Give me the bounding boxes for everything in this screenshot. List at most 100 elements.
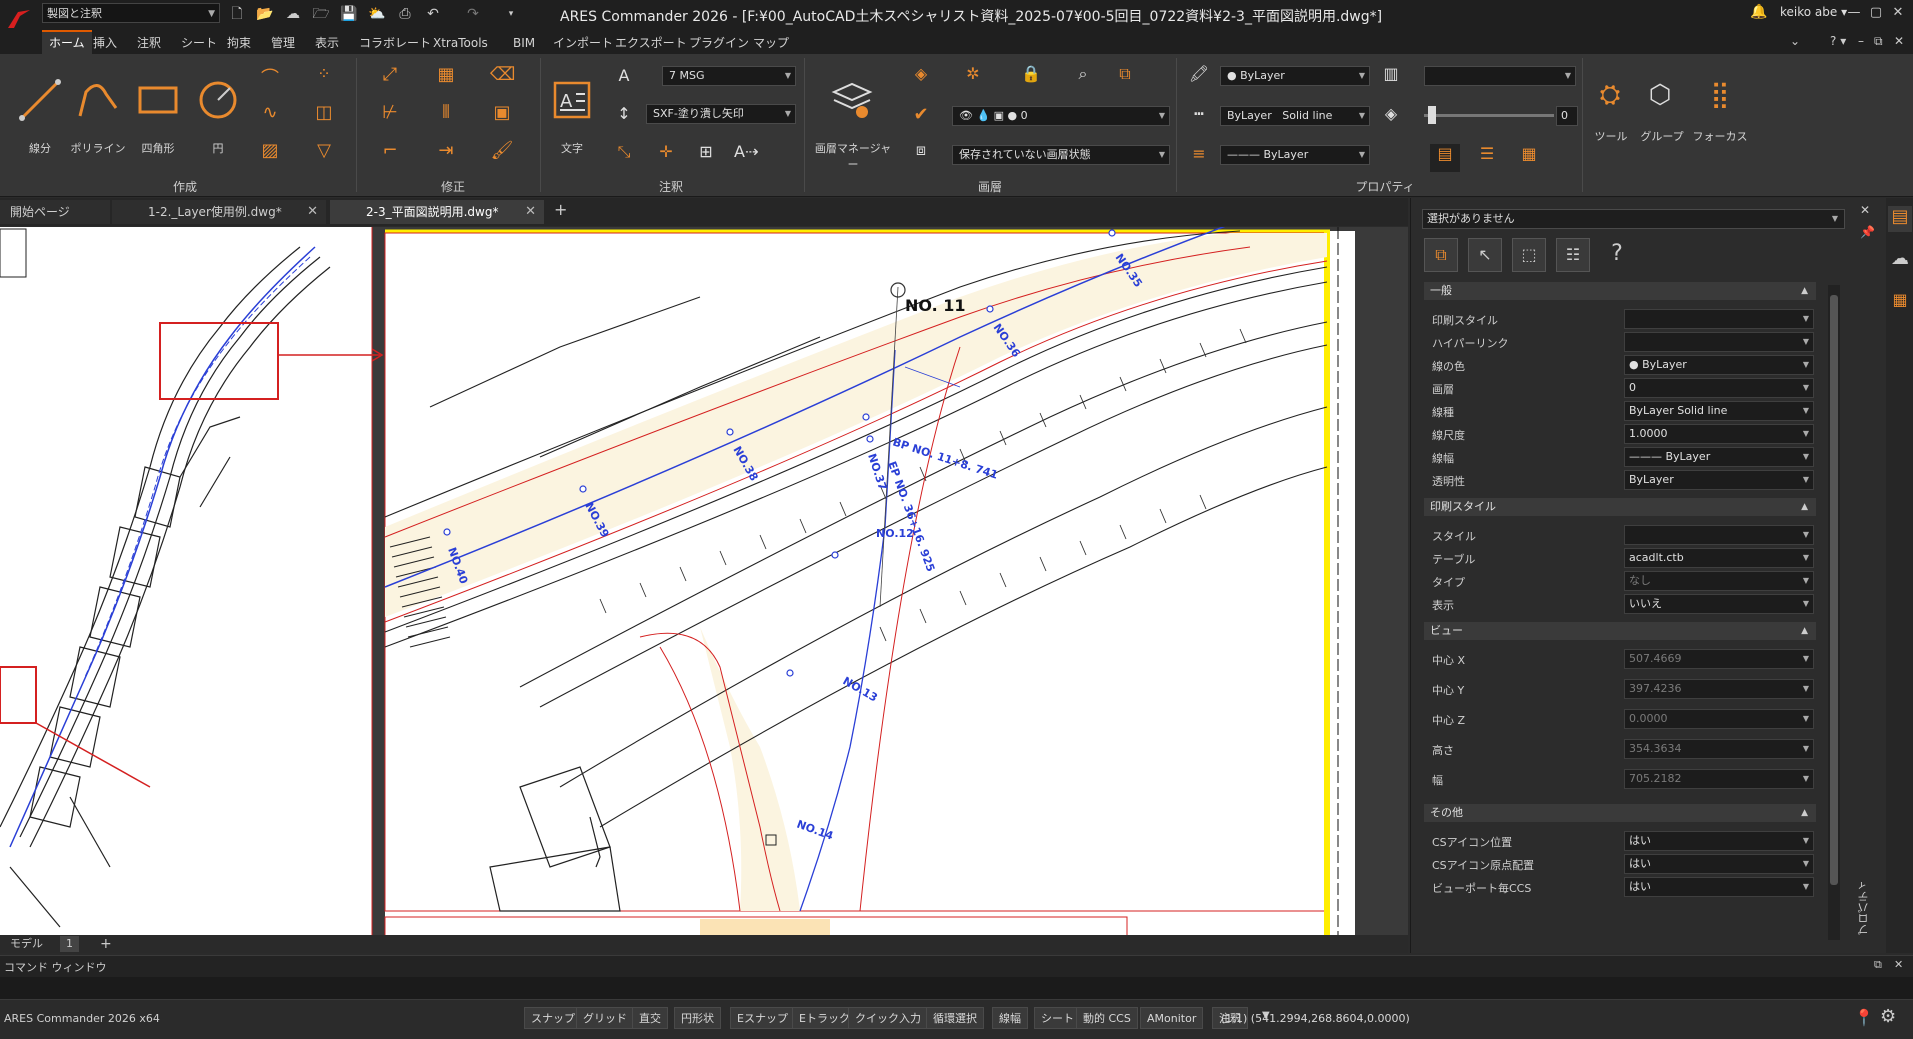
palette-close-icon[interactable]: ✕	[1860, 203, 1870, 217]
cloud-open-icon[interactable]: ☁	[282, 4, 304, 24]
property-value[interactable]: 0 ▼	[1624, 378, 1814, 398]
properties-panel-icon[interactable]: ▤	[1888, 206, 1912, 232]
status-toggle[interactable]: スナップ	[524, 1007, 582, 1029]
add-layout-button[interactable]: +	[94, 936, 118, 952]
layer-dropdown[interactable]: 👁 💧 ▣ ● 0 ▼	[952, 106, 1170, 126]
menu-tab[interactable]: 表示	[308, 32, 346, 54]
palette-pin-icon[interactable]: 📌	[1860, 225, 1875, 239]
region-tool-icon[interactable]: ◫	[312, 102, 336, 123]
lineweight-dropdown[interactable]: ——— ByLayer ▼	[1220, 145, 1370, 165]
property-value[interactable]: 397.4236 ▼	[1624, 679, 1814, 699]
menu-tab[interactable]: XtraTools	[426, 32, 495, 54]
group-icon[interactable]: ⬡	[1640, 80, 1680, 110]
doc-minimize-icon[interactable]: –	[1858, 34, 1864, 48]
line-tool-icon[interactable]	[18, 78, 62, 122]
focus-icon[interactable]: ⣿	[1700, 80, 1740, 110]
filter-select-icon[interactable]: ☷	[1556, 238, 1590, 272]
collapse-icon[interactable]: ▲	[1801, 622, 1808, 640]
property-value[interactable]: はい ▼	[1624, 831, 1814, 851]
point-tool-icon[interactable]: ⁘	[312, 64, 336, 83]
cloud-save-icon[interactable]: ⛅	[366, 4, 388, 24]
print-icon[interactable]: ⎙	[394, 4, 416, 24]
tools-icon[interactable]: ⛭	[1590, 80, 1630, 111]
menu-tab[interactable]: エクスポート	[608, 32, 694, 54]
drawing-content[interactable]: NO. 11 NO.35 NO.36 NO.37 NO.38 NO.39 NO.…	[0, 227, 1408, 935]
menu-tab[interactable]: 挿入	[86, 32, 124, 54]
match-properties-icon[interactable]: 🖌	[490, 140, 514, 161]
property-value[interactable]: はい ▼	[1624, 854, 1814, 874]
layer-isolate-icon[interactable]: ⌕	[1070, 64, 1096, 84]
ribbon-collapse-icon[interactable]: ⌄	[1790, 34, 1800, 48]
new-file-icon[interactable]: 🗋	[226, 4, 248, 24]
open-file-icon[interactable]: 📂	[254, 4, 276, 24]
transparency-icon[interactable]: ◈	[1378, 104, 1404, 123]
doc-tab-start[interactable]: 開始ページ	[0, 200, 110, 224]
property-value[interactable]: acadlt.ctb ▼	[1624, 548, 1814, 568]
property-value[interactable]: ByLayer ▼	[1624, 470, 1814, 490]
arc-tool-icon[interactable]: ⌒	[258, 64, 282, 90]
selection-dropdown[interactable]: 選択がありません ▼	[1422, 209, 1845, 229]
list-icon[interactable]: ☰	[1474, 144, 1500, 163]
save-icon[interactable]: 💾	[338, 4, 360, 24]
property-value[interactable]: ▼	[1624, 309, 1814, 329]
quick-select-icon[interactable]: ⧉	[1424, 238, 1458, 272]
status-toggle[interactable]: シート	[1034, 1007, 1081, 1029]
erase-tool-icon[interactable]: ⌫	[490, 64, 515, 85]
lineweight-icon[interactable]: ≡	[1186, 144, 1212, 163]
doc-restore-icon[interactable]: ⧉	[1874, 34, 1883, 49]
plot-style-icon[interactable]: ▥	[1378, 64, 1404, 83]
property-value[interactable]: いいえ ▼	[1624, 594, 1814, 614]
new-tab-button[interactable]: +	[554, 200, 567, 219]
layer-freeze-icon[interactable]: ✲	[960, 64, 986, 83]
menu-tab[interactable]: BIM	[506, 32, 542, 54]
stretch-tool-icon[interactable]: ⇥	[434, 140, 458, 161]
window-select-icon[interactable]: ⬚	[1512, 238, 1546, 272]
help-button[interactable]: ? ▾	[1830, 34, 1846, 48]
rectangle-tool-icon[interactable]	[136, 80, 180, 120]
status-toggle[interactable]: クイック入力	[848, 1007, 928, 1029]
menu-tab[interactable]: マップ	[746, 32, 796, 54]
text-tool-icon[interactable]: A	[552, 80, 592, 120]
close-tab-icon[interactable]: ✕	[307, 200, 318, 224]
move-tool-icon[interactable]: ⤢	[378, 64, 402, 85]
circle-tool-icon[interactable]	[196, 78, 240, 122]
close-icon[interactable]: ✕	[1888, 3, 1908, 23]
property-value[interactable]: 354.3634 ▼	[1624, 739, 1814, 759]
command-window-restore-icon[interactable]: ⧉	[1874, 958, 1882, 972]
property-section-header[interactable]: 印刷スタイル ▲	[1424, 498, 1816, 516]
redo-icon[interactable]: ↷	[462, 4, 484, 24]
property-section-header[interactable]: その他 ▲	[1424, 804, 1816, 822]
quick-access-menu-icon[interactable]: ▾	[500, 4, 522, 24]
make-current-icon[interactable]: ✔	[908, 104, 934, 125]
plot-style-dropdown[interactable]: ▼	[1424, 66, 1576, 86]
layers-panel-icon[interactable]: ▦	[1888, 290, 1912, 316]
color-dropdown[interactable]: ● ByLayer ▼	[1220, 66, 1370, 86]
maximize-icon[interactable]: ▢	[1866, 3, 1886, 23]
help-icon[interactable]: ?	[1600, 238, 1634, 272]
wipeout-tool-icon[interactable]: ▽	[312, 140, 336, 161]
cloud-panel-icon[interactable]: ☁	[1888, 248, 1912, 274]
collapse-icon[interactable]: ▲	[1801, 804, 1808, 822]
location-pin-icon[interactable]: 📍	[1854, 1008, 1874, 1027]
match-color-icon[interactable]: 🖍	[1186, 64, 1212, 83]
trim-tool-icon[interactable]: ⊬	[378, 102, 402, 123]
status-toggle[interactable]: 直交	[632, 1007, 668, 1029]
center-mark-icon[interactable]: ✛	[654, 142, 678, 161]
quick-properties-icon[interactable]: ▦	[1516, 144, 1542, 163]
layer-walk-icon[interactable]: ⧉	[1112, 64, 1138, 84]
linetype-dropdown[interactable]: ByLayer Solid line ▼	[1220, 106, 1370, 126]
linetype-icon[interactable]: ┅	[1186, 104, 1212, 123]
property-value[interactable]: はい ▼	[1624, 877, 1814, 897]
open-folder-icon[interactable]: 🗁	[310, 4, 332, 24]
status-toggle[interactable]: 円形状	[674, 1007, 721, 1029]
command-input[interactable]	[0, 977, 1913, 999]
property-value[interactable]: 1.0000 ▼	[1624, 424, 1814, 444]
property-value[interactable]: ▼	[1624, 525, 1814, 545]
property-value[interactable]: ● ByLayer ▼	[1624, 355, 1814, 375]
menu-tab[interactable]: 拘束	[220, 32, 258, 54]
doc-tab-layer-example[interactable]: 1-2._Layer使用例.dwg* ✕	[112, 200, 326, 224]
menu-tab[interactable]: 注釈	[130, 32, 168, 54]
annotation-scale-icon[interactable]: A⇢	[734, 142, 758, 161]
select-objects-icon[interactable]: ↖	[1468, 238, 1502, 272]
polyline-tool-icon[interactable]	[76, 78, 120, 122]
